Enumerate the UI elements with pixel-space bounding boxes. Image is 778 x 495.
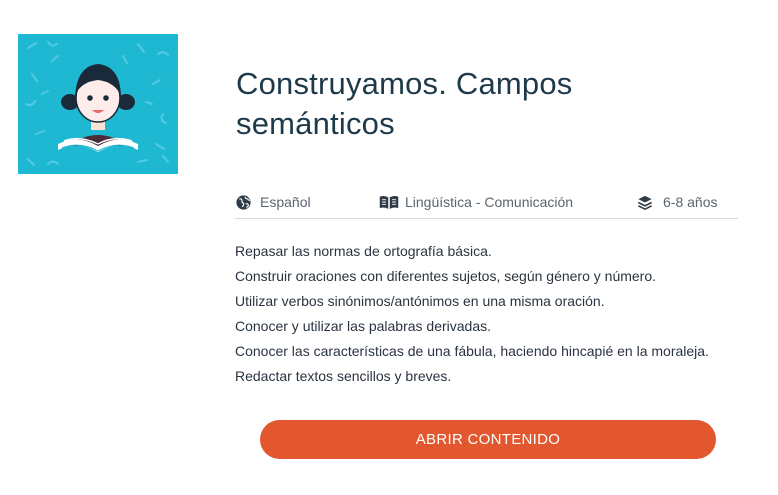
list-item: Repasar las normas de ortografía básica. <box>235 243 492 259</box>
age-label: 6-8 años <box>663 194 718 210</box>
list-item: Conocer las características de una fábul… <box>235 343 709 359</box>
language-tag: Español <box>235 192 311 212</box>
list-item: Construir oraciones con diferentes sujet… <box>235 268 657 284</box>
content-title: Construyamos. Campos semánticos <box>236 66 573 141</box>
list-item: Conocer y utilizar las palabras derivada… <box>235 318 492 334</box>
layers-icon <box>637 195 653 210</box>
open-book-icon <box>379 196 399 209</box>
open-content-button[interactable]: ABRIR CONTENIDO <box>260 420 716 459</box>
content-card: Construyamos. Campos semánticos Español … <box>0 0 778 495</box>
content-thumbnail <box>18 34 178 174</box>
subject-label: Lingüística - Comunicación <box>405 194 574 210</box>
content-meta-bar: Español Lingüística - Comunicación 6-8 a… <box>235 188 738 219</box>
list-item: Redactar textos sencillos y breves. <box>235 368 452 384</box>
age-tag: 6-8 años <box>637 192 717 212</box>
globe-icon <box>236 194 251 210</box>
subject-tag: Lingüística - Comunicación <box>379 192 573 212</box>
language-label: Español <box>260 194 311 210</box>
child-reading-book-illustration <box>18 34 178 174</box>
objectives-list: Repasar las normas de ortografía básica.… <box>235 239 709 389</box>
list-item: Utilizar verbos sinónimos/antónimos en u… <box>235 293 605 309</box>
